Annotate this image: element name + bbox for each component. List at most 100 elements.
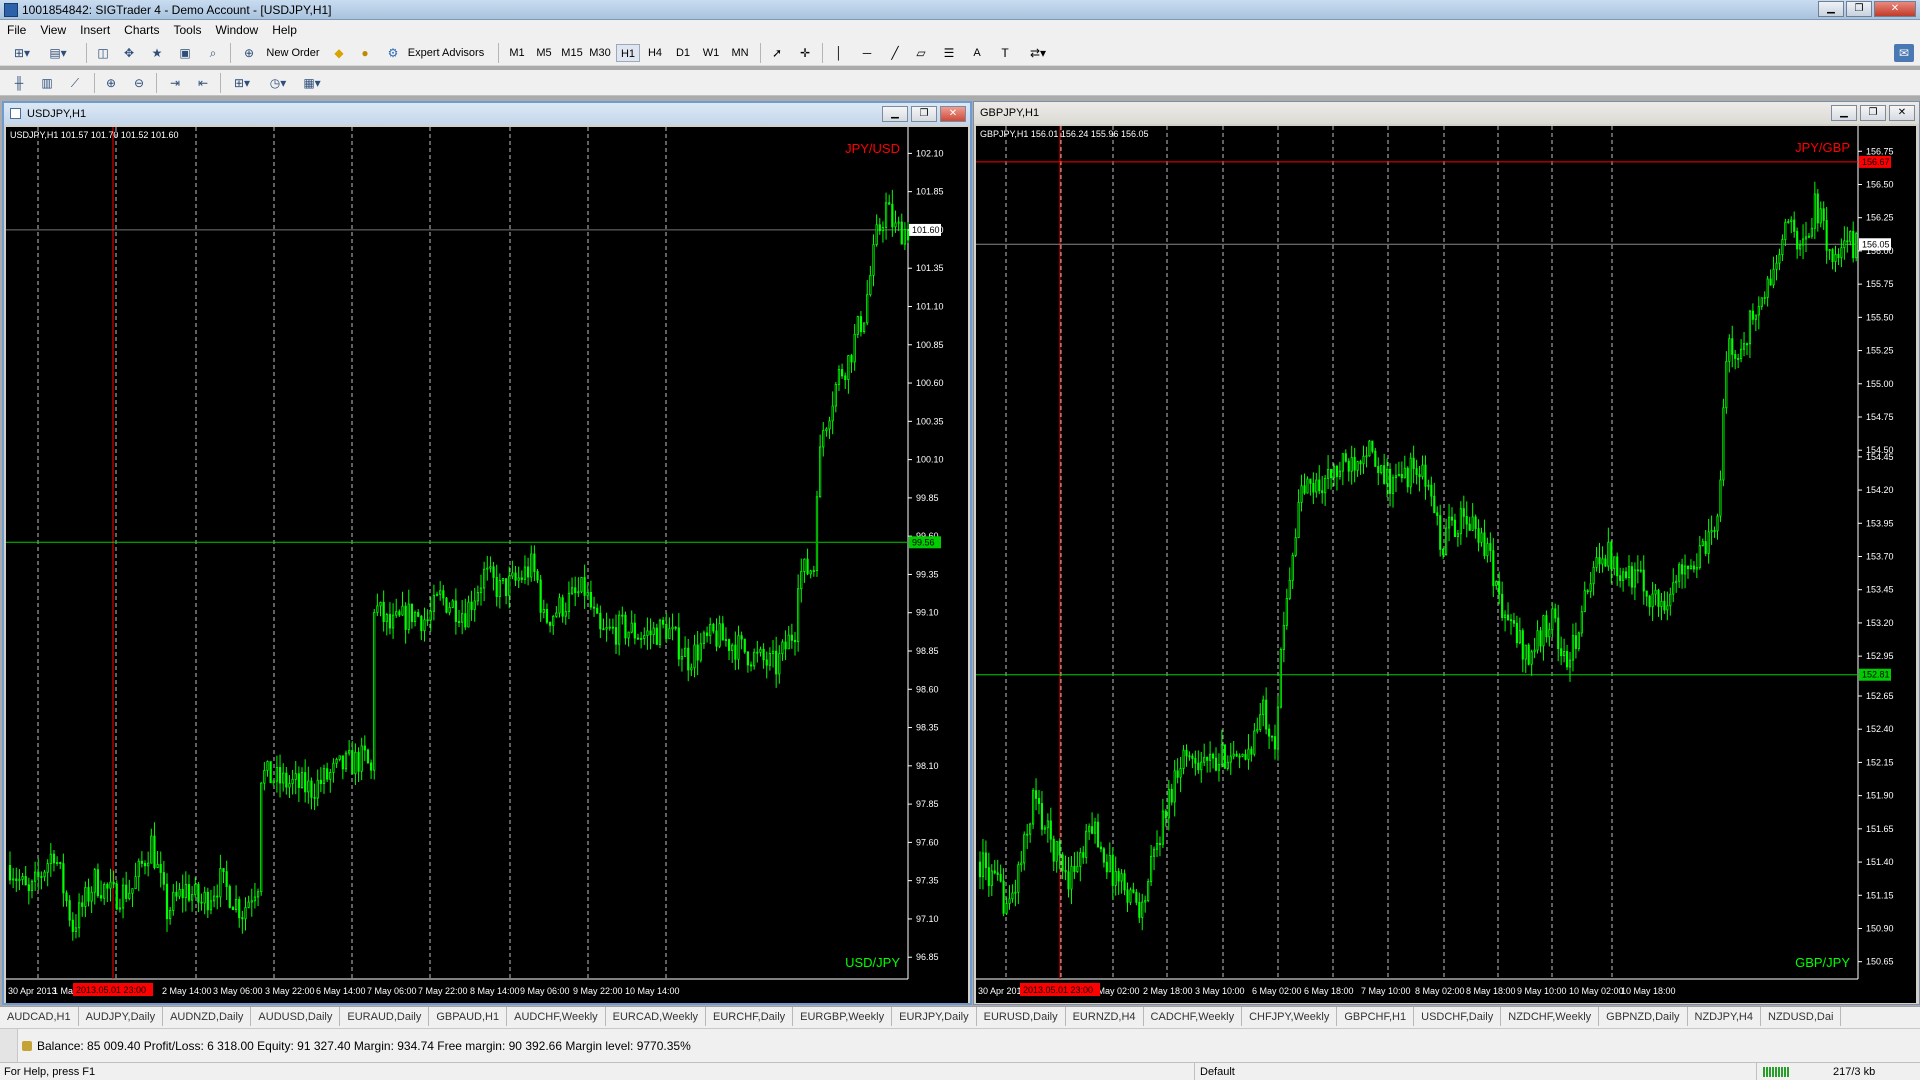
new-order-icon[interactable]: ⊕	[240, 44, 258, 62]
price-chart[interactable]: 102.10 101.85 101.60 101.35 101.10 100.85 100.…	[6, 127, 970, 1003]
menu-insert[interactable]: Insert	[73, 20, 117, 40]
profiles-icon[interactable]: ▤▾	[44, 44, 72, 62]
candle	[618, 614, 621, 645]
menu-help[interactable]: Help	[265, 20, 304, 40]
data-window-icon[interactable]: ✥	[120, 44, 138, 62]
restore-icon[interactable]: ❐	[1846, 1, 1872, 17]
strategy-tester-icon[interactable]: ⌕	[204, 44, 222, 62]
chart-tab[interactable]: NZDCHF,Weekly	[1501, 1007, 1600, 1026]
timeframe-d1-button[interactable]: D1	[674, 44, 692, 62]
new-order-button[interactable]: New Order	[262, 44, 324, 62]
chart-tab[interactable]: EURAUD,Daily	[340, 1007, 430, 1026]
minimize-icon[interactable]: ▁	[1818, 1, 1844, 17]
metaeditor-icon[interactable]: ◆	[330, 44, 348, 62]
chart-tab[interactable]: AUDCHF,Weekly	[507, 1007, 606, 1026]
candle	[147, 862, 150, 867]
text-label-icon[interactable]: T	[996, 44, 1014, 62]
line-chart-icon[interactable]: ⟋	[66, 74, 84, 92]
timeframe-h1-button[interactable]: H1	[616, 44, 640, 62]
chart-tab[interactable]: EURGBP,Weekly	[793, 1007, 893, 1026]
menu-view[interactable]: View	[33, 20, 73, 40]
candle	[68, 900, 71, 921]
candle	[263, 770, 266, 784]
menu-tools[interactable]: Tools	[167, 20, 209, 40]
candle	[536, 571, 539, 581]
timeframe-m30-button[interactable]: M30	[588, 44, 612, 62]
expert-advisors-button[interactable]: Expert Advisors	[406, 44, 486, 62]
terminal-side-handle[interactable]	[0, 1029, 18, 1063]
menu-file[interactable]: File	[0, 20, 33, 40]
chart-tab[interactable]: USDCHF,Daily	[1414, 1007, 1502, 1026]
maximize-icon[interactable]: ❐	[1860, 105, 1886, 121]
indicators-icon[interactable]: ⊞▾	[228, 74, 256, 92]
chart-tab[interactable]: EURNZD,H4	[1066, 1007, 1144, 1026]
maximize-icon[interactable]: ❐	[911, 106, 937, 122]
trendline-icon[interactable]: ╱	[886, 44, 904, 62]
fibonacci-icon[interactable]: ☰	[940, 44, 958, 62]
chart-tab[interactable]: AUDNZD,Daily	[163, 1007, 252, 1026]
chart-tab[interactable]: CADCHF,Weekly	[1144, 1007, 1243, 1026]
crosshair-icon[interactable]: ✛	[796, 44, 814, 62]
chart-tab[interactable]: GBPCHF,H1	[1337, 1007, 1415, 1026]
terminal-icon[interactable]: ▣	[176, 44, 194, 62]
close-icon[interactable]: ✕	[1874, 1, 1916, 17]
chart-tab[interactable]: EURCAD,Weekly	[606, 1007, 707, 1026]
chart-tab[interactable]: EURUSD,Daily	[977, 1007, 1066, 1026]
chart-tab[interactable]: EURJPY,Daily	[892, 1007, 977, 1026]
chart-tab[interactable]: EURCHF,Daily	[706, 1007, 794, 1026]
chart-shift-icon[interactable]: ⇤	[194, 74, 212, 92]
minimize-icon[interactable]: ▁	[1831, 105, 1857, 121]
timeframe-m5-button[interactable]: M5	[535, 44, 553, 62]
periods-icon[interactable]: ◷▾	[264, 74, 292, 92]
current-price-label: 101.60	[912, 225, 940, 235]
timeframe-m1-button[interactable]: M1	[508, 44, 526, 62]
close-icon[interactable]: ✕	[940, 106, 966, 122]
auto-scroll-icon[interactable]: ⇥	[166, 74, 184, 92]
menu-charts[interactable]: Charts	[117, 20, 166, 40]
timeframe-mn-button[interactable]: MN	[728, 44, 752, 62]
candle	[369, 762, 373, 771]
autotrading-icon[interactable]: ●	[356, 44, 374, 62]
expert-advisors-icon[interactable]: ⚙	[384, 44, 402, 62]
text-tool-icon[interactable]: A	[970, 44, 984, 62]
market-watch-icon[interactable]: ◫	[94, 44, 112, 62]
community-icon[interactable]: ✉	[1894, 44, 1914, 62]
chart-tab[interactable]: AUDJPY,Daily	[79, 1007, 164, 1026]
timeframe-w1-button[interactable]: W1	[702, 44, 720, 62]
chart-tab[interactable]: NZDJPY,H4	[1688, 1007, 1761, 1026]
chart-tab[interactable]: GBPNZD,Daily	[1599, 1007, 1688, 1026]
navigator-icon[interactable]: ★	[148, 44, 166, 62]
templates-icon[interactable]: ▦▾	[298, 74, 326, 92]
timeframe-m15-button[interactable]: M15	[560, 44, 584, 62]
chart-tab[interactable]: AUDCAD,H1	[0, 1007, 79, 1026]
horizontal-line-icon[interactable]: ─	[858, 44, 876, 62]
chart-tab[interactable]: CHFJPY,Weekly	[1242, 1007, 1338, 1026]
chart-window-gbpjpy[interactable]: GBPJPY,H1 ▁ ❐ ✕ 156.75 156.50 156.25 156.00…	[973, 101, 1920, 1005]
chart-tab[interactable]: NZDUSD,Dai	[1761, 1007, 1842, 1026]
zoom-out-icon[interactable]: ⊖	[130, 74, 148, 92]
chart-tab[interactable]: AUDUSD,Daily	[251, 1007, 341, 1026]
zoom-in-icon[interactable]: ⊕	[102, 74, 120, 92]
cursor-icon[interactable]: ➚	[768, 44, 786, 62]
timeframe-h4-button[interactable]: H4	[646, 44, 664, 62]
menu-window[interactable]: Window	[209, 20, 266, 40]
close-icon[interactable]: ✕	[1889, 105, 1915, 121]
bar-chart-icon[interactable]: ╫	[10, 74, 28, 92]
arrows-icon[interactable]: ⇄▾	[1024, 44, 1052, 62]
candlestick-icon[interactable]: ▥	[38, 74, 56, 92]
equidistant-channel-icon[interactable]: ▱	[912, 44, 930, 62]
candle	[1486, 543, 1489, 557]
minimize-icon[interactable]: ▁	[882, 106, 908, 122]
candle	[1303, 485, 1306, 494]
chart-window-usdjpy[interactable]: USDJPY,H1 ▁ ❐ ✕ 102.10 101.85 101.60 101.35…	[2, 101, 972, 1005]
vertical-line-icon[interactable]: │	[832, 44, 846, 62]
candle	[1822, 208, 1825, 221]
candle	[1571, 635, 1575, 661]
chart-tab[interactable]: GBPAUD,H1	[429, 1007, 508, 1026]
new-chart-icon[interactable]: ⊞▾	[8, 44, 36, 62]
candle	[1070, 865, 1073, 890]
status-profile: Default	[1200, 1066, 1235, 1078]
price-chart[interactable]: 156.75156.50156.25156.00155.75155.50155.…	[976, 126, 1919, 1004]
candle	[840, 369, 844, 377]
candle	[1810, 227, 1813, 237]
